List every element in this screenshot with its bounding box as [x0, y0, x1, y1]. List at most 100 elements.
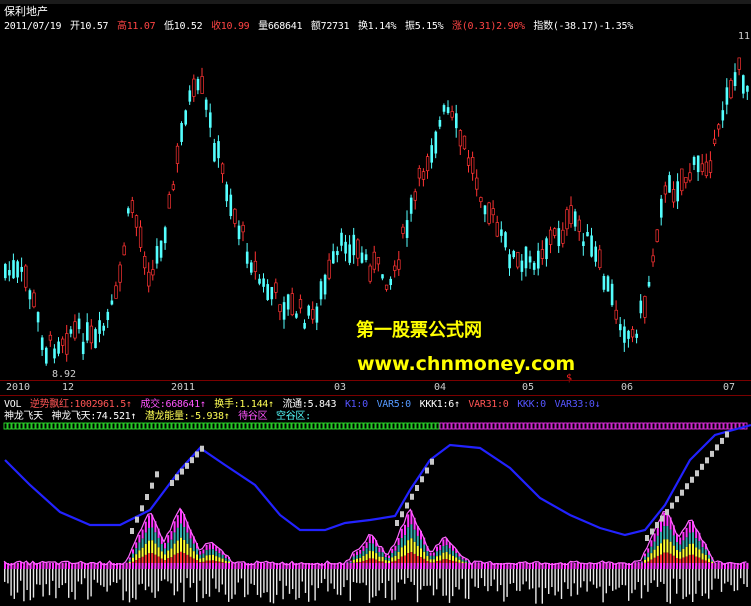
ribbon-cell — [563, 422, 568, 430]
histogram-bar-high — [701, 553, 704, 560]
candle-up — [384, 284, 389, 290]
histogram-bar-low — [87, 566, 89, 600]
histogram-bar-high — [407, 527, 410, 541]
histogram-bar-low — [157, 566, 159, 592]
histogram-baseline-tick — [263, 563, 266, 569]
histogram-bar-high — [413, 529, 416, 542]
candle-up — [495, 222, 499, 237]
candle-down — [442, 105, 446, 112]
time-tick: 2011 — [171, 382, 196, 393]
histogram-bar-high — [132, 549, 134, 554]
histogram-baseline-tick — [135, 563, 138, 569]
ribbon-cell — [263, 422, 268, 430]
histogram-bar-high — [432, 559, 435, 563]
candle-down — [86, 322, 89, 341]
candle-up — [471, 157, 475, 174]
candle-up — [425, 156, 430, 172]
ribbon-cell — [459, 422, 464, 430]
ribbon-cell — [567, 422, 572, 430]
ribbon-cell — [227, 422, 232, 430]
histogram-baseline-tick — [16, 563, 19, 569]
histogram-bar-high — [394, 550, 397, 556]
histogram-bar-high — [400, 528, 403, 539]
histogram-baseline-tick — [77, 563, 80, 569]
ribbon-cell — [599, 422, 604, 430]
histogram-baseline-tick — [381, 563, 384, 569]
ribbon-cell — [347, 422, 352, 430]
candle-down — [647, 281, 651, 287]
candle-up — [61, 338, 65, 346]
candle-down — [623, 326, 626, 343]
ribbon-cell — [159, 422, 164, 430]
histogram-bar-high — [448, 554, 451, 561]
ribbon-cell — [379, 422, 384, 430]
candle-up — [717, 124, 721, 130]
candle-up — [680, 168, 684, 192]
histogram-baseline-tick — [618, 563, 621, 569]
ribbon-cell — [455, 422, 460, 430]
ribbon-cell — [619, 422, 624, 430]
histogram-bar-high — [647, 552, 650, 558]
histogram-bar-high — [148, 515, 150, 528]
indicator-pane[interactable] — [0, 420, 751, 606]
histogram-baseline-tick — [727, 563, 730, 569]
candle-up — [704, 161, 709, 177]
candle-down — [389, 278, 392, 286]
gray-step — [140, 505, 144, 512]
candle-up — [421, 171, 426, 180]
histogram-bar-high — [407, 540, 410, 554]
ribbon-cell — [187, 422, 192, 430]
candle-up — [143, 255, 147, 269]
histogram-bar-high — [458, 556, 461, 560]
candle-up — [130, 200, 135, 213]
ribbon-cell — [131, 422, 136, 430]
histogram-bar-high — [205, 555, 208, 561]
candle-down — [619, 324, 622, 331]
histogram-bar-high — [164, 542, 166, 549]
histogram-bar-low — [484, 566, 486, 587]
ribbon-cell — [499, 422, 504, 430]
ribbon-cell — [491, 422, 496, 430]
histogram-bar-high — [189, 547, 192, 557]
histogram-baseline-tick — [64, 563, 67, 569]
histogram-bar-high — [397, 538, 400, 546]
histogram-bar-high — [221, 554, 224, 559]
histogram-baseline-tick — [157, 563, 160, 569]
histogram-bar-high — [138, 542, 141, 551]
candle-down — [586, 231, 589, 237]
candle-up — [397, 259, 401, 270]
candle-down — [336, 251, 339, 256]
histogram-bar-high — [218, 557, 221, 562]
ribbon-cell — [611, 422, 616, 430]
candle-down — [258, 278, 261, 284]
ribbon-cell — [723, 422, 728, 430]
histogram-bar-high — [173, 532, 176, 544]
histogram-baseline-tick — [240, 563, 243, 569]
gray-step — [200, 445, 204, 452]
candle-down — [28, 290, 32, 300]
ribbon-cell — [79, 422, 84, 430]
histogram-bar-high — [202, 557, 205, 562]
histogram-bar-high — [420, 539, 422, 549]
candle-down — [582, 241, 585, 247]
ribbon-cell — [395, 422, 400, 430]
ribbon-cell — [443, 422, 448, 430]
histogram-bar-high — [173, 543, 176, 555]
histogram-baseline-tick — [90, 563, 93, 569]
histogram-baseline-tick — [189, 563, 192, 569]
ribbon-cell — [511, 422, 516, 430]
histogram-bar-high — [170, 531, 173, 540]
histogram-baseline-tick — [663, 563, 666, 569]
histogram-bar-high — [455, 553, 458, 558]
ribbon-cell — [359, 422, 364, 430]
ribbon-cell — [275, 422, 280, 430]
histogram-baseline-tick — [660, 563, 662, 569]
time-tick: 06 — [621, 382, 634, 393]
histogram-bar-high — [164, 554, 166, 561]
ribbon-cell — [595, 422, 600, 430]
candle-down — [127, 208, 130, 214]
gray-step — [710, 450, 714, 457]
ribbon-cell — [363, 422, 368, 430]
histogram-bar-high — [708, 554, 710, 559]
histogram-bar-high — [439, 555, 442, 561]
